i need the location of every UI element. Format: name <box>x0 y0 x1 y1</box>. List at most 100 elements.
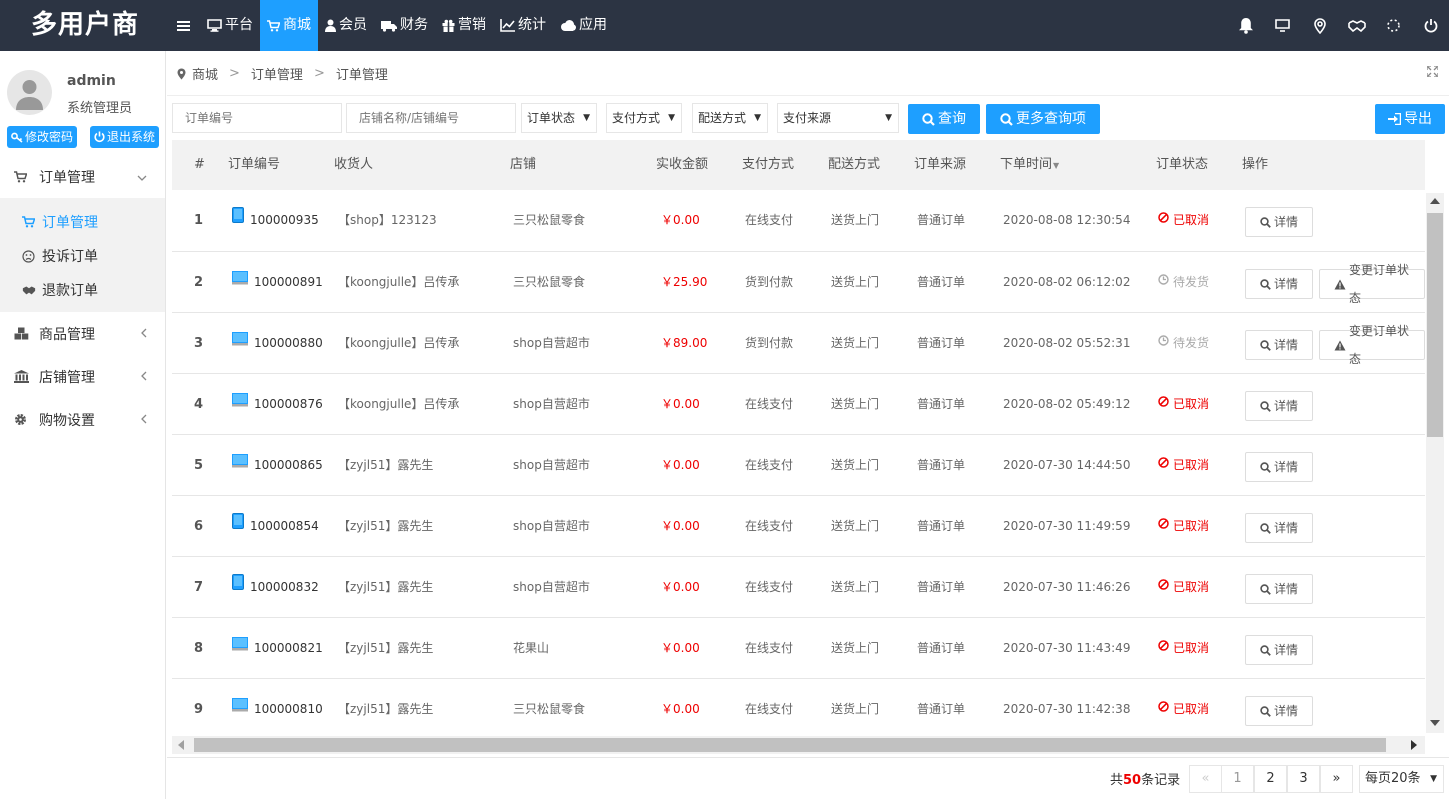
nav-label: 会员 <box>339 17 367 33</box>
submenu-refund-orders[interactable]: 退款订单 <box>0 273 165 307</box>
page-button-2[interactable]: 2 <box>1254 765 1287 793</box>
cell-text: 送货上门 <box>831 336 880 350</box>
payment-method-select[interactable]: 支付方式 ▼ <box>606 103 682 133</box>
cell-text: shop自营超市 <box>513 458 590 472</box>
cell-id: 100000854 <box>232 496 319 557</box>
cell-text: shop自营超市 <box>513 336 590 350</box>
change-password-button[interactable]: 修改密码 <box>7 126 78 148</box>
cell-amount: ￥89.00 <box>661 313 707 374</box>
location-pin-icon[interactable] <box>1301 0 1338 51</box>
menu-toggle-icon[interactable] <box>166 0 200 51</box>
top-nav: 平台 商城 会员 财务 营销 统计 应用 <box>166 0 614 51</box>
status-badge: 待发货 <box>1158 313 1209 374</box>
detail-button[interactable]: 详情 <box>1245 513 1314 543</box>
cloud-icon <box>561 20 576 31</box>
payment-source-select[interactable]: 支付来源 ▼ <box>777 103 899 133</box>
cell-n: 1 <box>194 190 203 251</box>
status-text: 待发货 <box>1173 275 1210 289</box>
table-row: 4 100000876 【koongjulle】吕传承 shop自营超市 ￥0.00 在线… <box>172 373 1425 434</box>
nav-platform[interactable]: 平台 <box>200 0 260 51</box>
cell-text: 普通订单 <box>917 336 966 350</box>
handshake-icon[interactable] <box>1338 0 1375 51</box>
nav-statistics[interactable]: 统计 <box>493 0 553 51</box>
next-page-button[interactable]: » <box>1320 765 1353 793</box>
cell-text: 3 <box>194 336 204 351</box>
detail-button[interactable]: 详情 <box>1245 452 1314 482</box>
horizontal-scroll-thumb[interactable] <box>194 738 1386 752</box>
scroll-down-arrow[interactable] <box>1430 720 1440 726</box>
page-button-3[interactable]: 3 <box>1287 765 1320 793</box>
status-badge: 已取消 <box>1158 557 1209 618</box>
detail-button[interactable]: 详情 <box>1245 269 1314 299</box>
nav-apps[interactable]: 应用 <box>553 0 614 51</box>
detail-button[interactable]: 详情 <box>1245 207 1314 237</box>
horizontal-scrollbar[interactable] <box>172 736 1425 754</box>
menu-shopping-settings[interactable]: 购物设置 <box>0 398 165 441</box>
cell-text: 100000935 <box>250 213 319 227</box>
caret-down-icon: ▼ <box>754 113 761 123</box>
order-table-body: 1 100000935 【shop】123123 三只松鼠零食 ￥0.00 在线支付 送货上… <box>172 190 1425 736</box>
breadcrumb-item[interactable]: 商城 <box>192 64 218 83</box>
logout-button[interactable]: 退出系统 <box>90 126 160 148</box>
prev-page-button[interactable]: « <box>1189 765 1222 793</box>
cell-receiver: 【zyjl51】露先生 <box>338 435 433 496</box>
cell-text: 2020-07-30 11:42:38 <box>1003 702 1131 716</box>
detail-button[interactable]: 详情 <box>1245 635 1314 665</box>
nav-mall[interactable]: 商城 <box>260 0 318 51</box>
menu-order-management[interactable]: 订单管理 <box>0 155 165 198</box>
vertical-scroll-thumb[interactable] <box>1427 213 1443 437</box>
cell-text: 在线支付 <box>745 458 794 472</box>
sort-caret-icon: ▼ <box>1053 161 1060 170</box>
vertical-scrollbar[interactable] <box>1426 193 1444 733</box>
breadcrumb-item[interactable]: 订单管理 <box>251 64 303 83</box>
submenu-complaint-orders[interactable]: 投诉订单 <box>0 239 165 273</box>
cell-text: ￥0.00 <box>661 702 700 716</box>
cell-id: 100000935 <box>232 190 319 251</box>
cell-text: ￥0.00 <box>661 641 700 655</box>
page-button-1[interactable]: 1 <box>1221 765 1254 793</box>
caret-down-icon: ▼ <box>668 113 675 123</box>
nav-finance[interactable]: 财务 <box>374 0 435 51</box>
cell-pay: 在线支付 <box>745 435 793 496</box>
power-icon[interactable] <box>1412 0 1449 51</box>
detail-button[interactable]: 详情 <box>1245 696 1314 726</box>
bell-icon[interactable] <box>1227 0 1264 51</box>
cell-text: 100000891 <box>254 275 323 289</box>
scroll-left-arrow[interactable] <box>178 740 184 750</box>
column-header: 实收金额 <box>656 157 709 172</box>
detail-button[interactable]: 详情 <box>1245 330 1314 360</box>
button-label: 详情 <box>1274 215 1299 229</box>
brand-logo[interactable]: 多用户商 <box>0 0 166 51</box>
per-page-select[interactable]: 每页20条 ▼ <box>1359 765 1444 793</box>
scroll-right-arrow[interactable] <box>1411 740 1417 750</box>
cell-text: 【zyjl51】露先生 <box>338 458 434 472</box>
logout-label: 退出系统 <box>107 130 156 144</box>
spinner-icon[interactable] <box>1375 0 1412 51</box>
nav-label: 营销 <box>458 17 486 33</box>
change-status-button[interactable]: 变更订单状态 <box>1319 324 1425 366</box>
menu-goods-management[interactable]: 商品管理 <box>0 312 165 355</box>
fullscreen-icon[interactable] <box>1426 65 1439 80</box>
query-button[interactable]: 查询 <box>908 104 980 134</box>
delivery-method-select[interactable]: 配送方式 ▼ <box>692 103 768 133</box>
cell-source: 普通订单 <box>917 374 965 435</box>
detail-button[interactable]: 详情 <box>1245 391 1314 421</box>
order-status-select[interactable]: 订单状态 ▼ <box>521 103 597 133</box>
detail-button[interactable]: 详情 <box>1245 574 1314 604</box>
shop-name-input[interactable] <box>346 103 516 133</box>
export-button[interactable]: 导出 <box>1375 104 1445 134</box>
scroll-up-arrow[interactable] <box>1430 198 1440 204</box>
nav-marketing[interactable]: 营销 <box>435 0 493 51</box>
nav-member[interactable]: 会员 <box>318 0 374 51</box>
monitor-icon[interactable] <box>1264 0 1301 51</box>
cell-n: 7 <box>194 557 203 618</box>
change-status-button[interactable]: 变更订单状态 <box>1319 263 1425 305</box>
order-number-input[interactable] <box>172 103 342 133</box>
cell-n: 2 <box>194 252 203 313</box>
menu-shop-management[interactable]: 店铺管理 <box>0 355 165 398</box>
submenu-label: 投诉订单 <box>42 249 98 265</box>
submenu-order-management[interactable]: 订单管理 <box>0 205 165 239</box>
column-header-order-time[interactable]: 下单时间▼ <box>1000 140 1059 191</box>
more-query-button[interactable]: 更多查询项 <box>986 104 1100 134</box>
column-header: 支付方式 <box>742 157 795 172</box>
